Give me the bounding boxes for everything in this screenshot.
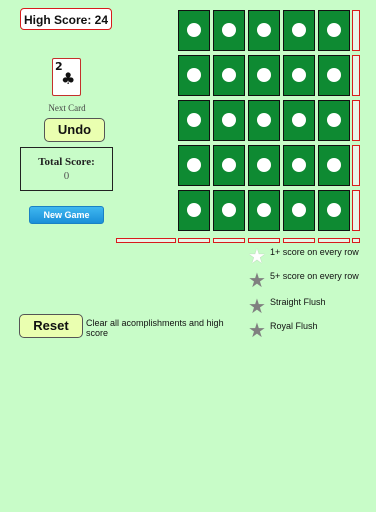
club-suit-icon: ♣ — [61, 69, 76, 88]
empty-slot-dot-icon — [292, 23, 306, 37]
empty-slot-dot-icon — [292, 68, 306, 82]
empty-slot-dot-icon — [187, 158, 201, 172]
empty-slot-dot-icon — [292, 113, 306, 127]
board-slot[interactable] — [283, 100, 315, 141]
diagonal-score-indicator — [116, 238, 176, 243]
empty-slot-dot-icon — [257, 203, 271, 217]
undo-button[interactable]: Undo — [44, 118, 105, 142]
board-slot[interactable] — [318, 100, 350, 141]
board-slot[interactable] — [178, 190, 210, 231]
empty-slot-dot-icon — [222, 23, 236, 37]
next-card: 2 ♣ — [52, 58, 81, 96]
empty-slot-dot-icon — [327, 158, 341, 172]
empty-slot-dot-icon — [257, 68, 271, 82]
empty-slot-dot-icon — [187, 23, 201, 37]
board-slot[interactable] — [178, 100, 210, 141]
empty-slot-dot-icon — [257, 23, 271, 37]
next-card-label: Next Card — [48, 103, 86, 113]
empty-slot-dot-icon — [257, 158, 271, 172]
board-slot[interactable] — [318, 10, 350, 51]
achievement-label: Straight Flush — [270, 297, 326, 307]
empty-slot-dot-icon — [292, 158, 306, 172]
total-score-box: Total Score: 0 — [20, 147, 113, 191]
board-slot[interactable] — [178, 55, 210, 96]
reset-button[interactable]: Reset — [19, 314, 83, 338]
corner-score-indicator — [352, 238, 360, 243]
board-slot[interactable] — [213, 190, 245, 231]
board-slot[interactable] — [248, 10, 280, 51]
empty-slot-dot-icon — [222, 68, 236, 82]
board-slot[interactable] — [283, 145, 315, 186]
empty-slot-dot-icon — [327, 68, 341, 82]
achievement-star-icon: ★ — [248, 294, 266, 318]
empty-slot-dot-icon — [187, 113, 201, 127]
column-score-indicator — [213, 238, 245, 243]
board-slot[interactable] — [248, 100, 280, 141]
board-slot[interactable] — [318, 190, 350, 231]
column-score-indicator — [283, 238, 315, 243]
achievement-label: 1+ score on every row — [270, 247, 359, 257]
board-slot[interactable] — [283, 55, 315, 96]
total-score-value: 0 — [63, 170, 70, 182]
empty-slot-dot-icon — [327, 113, 341, 127]
achievement-label: Royal Flush — [270, 321, 318, 331]
board-slot[interactable] — [213, 55, 245, 96]
board-slot[interactable] — [178, 10, 210, 51]
empty-slot-dot-icon — [222, 113, 236, 127]
board-slot[interactable] — [248, 190, 280, 231]
achievement-star-icon: ★ — [248, 318, 266, 342]
card-grid — [178, 10, 351, 232]
board-slot[interactable] — [178, 145, 210, 186]
board-slot[interactable] — [213, 145, 245, 186]
achievement-star-icon: ★ — [248, 244, 266, 268]
row-score-indicator — [352, 10, 360, 51]
empty-slot-dot-icon — [222, 158, 236, 172]
empty-slot-dot-icon — [187, 68, 201, 82]
empty-slot-dot-icon — [257, 113, 271, 127]
board-slot[interactable] — [248, 145, 280, 186]
reset-description: Clear all acomplishments and high score — [86, 318, 224, 338]
board-slot[interactable] — [283, 190, 315, 231]
row-score-indicator — [352, 100, 360, 141]
board-slot[interactable] — [213, 10, 245, 51]
achievement-label: 5+ score on every row — [270, 271, 359, 281]
board-slot[interactable] — [318, 55, 350, 96]
empty-slot-dot-icon — [292, 203, 306, 217]
column-score-indicator — [248, 238, 280, 243]
empty-slot-dot-icon — [327, 23, 341, 37]
empty-slot-dot-icon — [327, 203, 341, 217]
board-slot[interactable] — [318, 145, 350, 186]
new-game-button[interactable]: New Game — [29, 206, 104, 224]
row-score-indicator — [352, 55, 360, 96]
empty-slot-dot-icon — [187, 203, 201, 217]
column-score-indicator — [178, 238, 210, 243]
board-slot[interactable] — [283, 10, 315, 51]
row-score-indicator — [352, 190, 360, 231]
empty-slot-dot-icon — [222, 203, 236, 217]
row-score-indicator — [352, 145, 360, 186]
board-slot[interactable] — [213, 100, 245, 141]
board-slot[interactable] — [248, 55, 280, 96]
column-score-indicator — [318, 238, 350, 243]
high-score-display: High Score: 24 — [20, 8, 112, 30]
total-score-label: Total Score: — [38, 156, 95, 168]
achievement-star-icon: ★ — [248, 268, 266, 292]
